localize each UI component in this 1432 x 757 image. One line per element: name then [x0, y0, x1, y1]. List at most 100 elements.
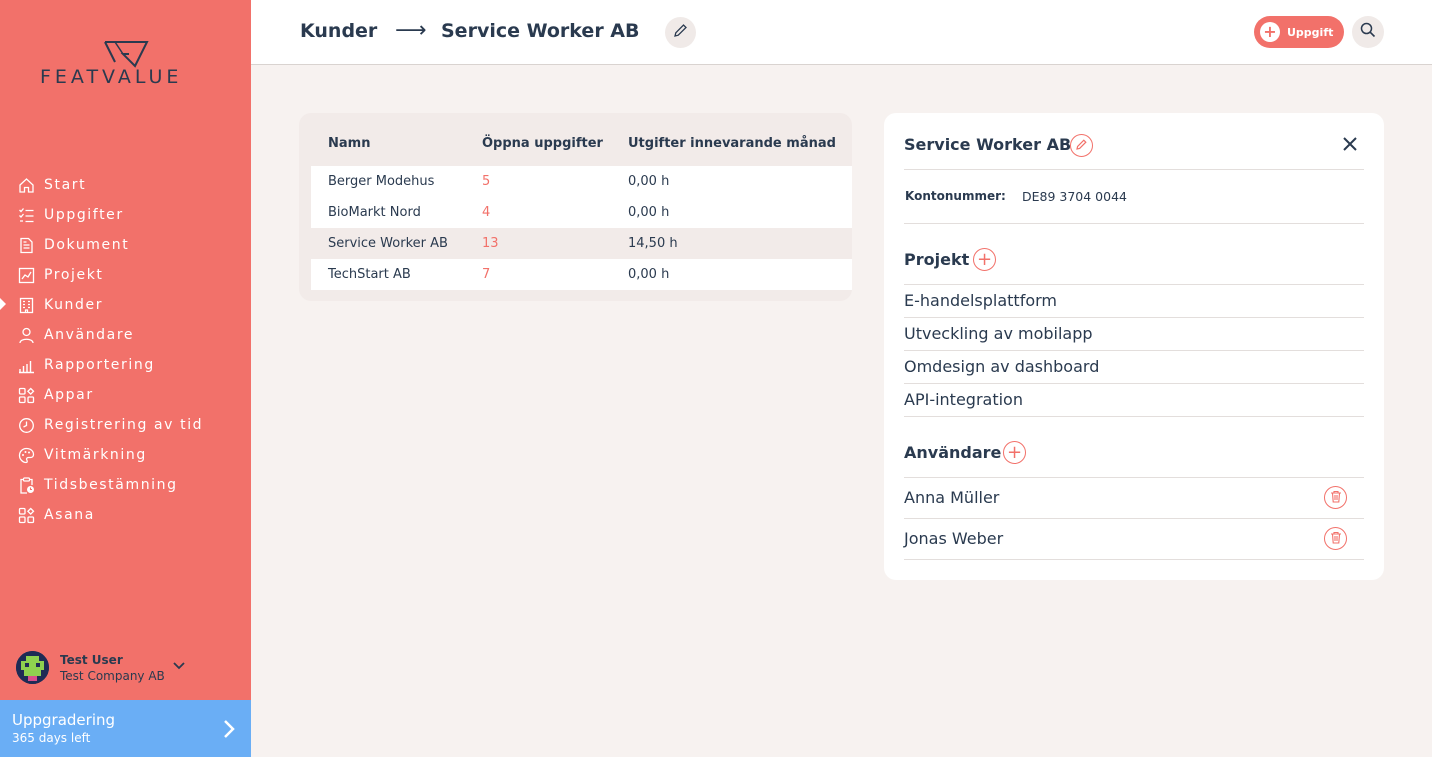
user-menu[interactable]: Test User Test Company AB	[16, 651, 185, 684]
cell-expenses: 14,50 h	[628, 236, 678, 251]
breadcrumb-root[interactable]: Kunder	[300, 20, 377, 42]
chart-icon	[17, 266, 35, 284]
sidebar-item-rapportering[interactable]: Rapportering	[0, 350, 251, 380]
cell-expenses: 0,00 h	[628, 205, 670, 220]
sidebar-item-label: Kunder	[44, 297, 104, 313]
add-task-label: Uppgift	[1287, 25, 1334, 39]
cell-name: TechStart AB	[328, 267, 411, 282]
project-item[interactable]: Utveckling av mobilapp	[904, 324, 1364, 343]
add-project-button[interactable]: +	[973, 248, 996, 271]
divider	[904, 416, 1364, 417]
add-user-button[interactable]: +	[1003, 441, 1026, 464]
logo-mark-icon	[104, 41, 149, 68]
pencil-icon	[1075, 136, 1088, 155]
project-item[interactable]: API-integration	[904, 390, 1364, 409]
customers-table: Namn Öppna uppgifter Utgifter innevarand…	[299, 113, 852, 301]
sidebar-item-registrering-av-tid[interactable]: Registrering av tid	[0, 410, 251, 440]
column-header-expenses: Utgifter innevarande månad	[628, 136, 836, 151]
close-icon[interactable]	[1342, 136, 1358, 156]
sidebar-item-vitmarkning[interactable]: Vitmärkning	[0, 440, 251, 470]
sidebar-item-start[interactable]: Start	[0, 170, 251, 200]
project-item[interactable]: Omdesign av dashboard	[904, 357, 1364, 376]
featvalue-logo[interactable]: FEATVALUE	[40, 40, 212, 90]
sidebar-item-label: Registrering av tid	[44, 417, 204, 433]
edit-customer-button[interactable]	[665, 17, 696, 48]
apps-icon	[17, 386, 35, 404]
building-icon	[17, 296, 35, 314]
user-icon	[17, 326, 35, 344]
project-item[interactable]: E-handelsplattform	[904, 291, 1364, 310]
add-task-button[interactable]: + Uppgift	[1254, 16, 1344, 48]
cell-open-tasks: 13	[482, 236, 499, 251]
divider	[904, 477, 1364, 478]
sidebar-item-dokument[interactable]: Dokument	[0, 230, 251, 260]
plus-icon: +	[976, 248, 993, 270]
divider	[904, 383, 1364, 384]
pencil-icon	[673, 23, 688, 42]
detail-title: Service Worker AB	[904, 135, 1072, 154]
projects-title: Projekt	[904, 250, 970, 269]
table-row[interactable]: Service Worker AB 13 14,50 h	[311, 228, 852, 259]
logo-text: FEATVALUE	[40, 66, 183, 88]
sidebar-item-kunder[interactable]: Kunder	[0, 290, 251, 320]
breadcrumb-current: Service Worker AB	[441, 20, 640, 42]
delete-user-button[interactable]	[1324, 486, 1347, 509]
table-row[interactable]: TechStart AB 7 0,00 h	[311, 259, 852, 290]
table-row[interactable]: BioMarkt Nord 4 0,00 h	[311, 197, 852, 228]
sidebar-item-label: Rapportering	[44, 357, 155, 373]
sidebar-item-projekt[interactable]: Projekt	[0, 260, 251, 290]
sidebar-item-asana[interactable]: Asana	[0, 500, 251, 530]
sidebar-item-label: Start	[44, 177, 87, 193]
search-icon	[1360, 22, 1376, 42]
upgrade-title: Uppgradering	[12, 711, 116, 729]
checklist-icon	[17, 206, 35, 224]
sidebar-item-uppgifter[interactable]: Uppgifter	[0, 200, 251, 230]
user-item: Jonas Weber	[904, 529, 1004, 548]
delete-user-button[interactable]	[1324, 527, 1347, 550]
sidebar-item-label: Dokument	[44, 237, 130, 253]
sidebar-item-appar[interactable]: Appar	[0, 380, 251, 410]
chevron-down-icon[interactable]	[173, 655, 185, 674]
breadcrumb-arrow-icon: ⟶	[395, 18, 427, 43]
account-number-label: Kontonummer:	[905, 189, 1006, 203]
sidebar-item-label: Tidsbestämning	[44, 477, 178, 493]
table-row[interactable]: Berger Modehus 5 0,00 h	[311, 166, 852, 197]
palette-icon	[17, 446, 35, 464]
trash-icon	[1330, 529, 1342, 548]
clipboard-clock-icon	[17, 476, 35, 494]
sidebar-item-label: Användare	[44, 327, 135, 343]
sidebar-item-label: Uppgifter	[44, 207, 124, 223]
user-item: Anna Müller	[904, 488, 1000, 507]
upgrade-banner[interactable]: Uppgradering 365 days left	[0, 700, 251, 757]
divider	[904, 350, 1364, 351]
avatar	[16, 651, 49, 684]
sidebar: FEATVALUE Start Uppgifter Dokument Proje…	[0, 0, 251, 757]
edit-title-button[interactable]	[1070, 134, 1093, 157]
column-header-name: Namn	[328, 136, 371, 151]
bar-chart-icon	[17, 356, 35, 374]
search-button[interactable]	[1352, 16, 1384, 48]
cell-open-tasks: 4	[482, 205, 491, 220]
column-header-open-tasks: Öppna uppgifter	[482, 136, 603, 151]
document-icon	[17, 236, 35, 254]
top-header: Kunder ⟶ Service Worker AB + Uppgift	[251, 0, 1432, 65]
sidebar-item-tidsbestamning[interactable]: Tidsbestämning	[0, 470, 251, 500]
divider	[904, 559, 1364, 560]
cell-open-tasks: 5	[482, 174, 491, 189]
sidebar-item-label: Projekt	[44, 267, 104, 283]
cell-expenses: 0,00 h	[628, 174, 670, 189]
plus-icon: +	[1006, 441, 1023, 463]
user-name: Test User	[60, 652, 123, 667]
user-company: Test Company AB	[60, 668, 165, 683]
upgrade-days-left: 365 days left	[12, 731, 91, 745]
customer-detail-panel: Service Worker AB Kontonummer: DE89 3704…	[884, 113, 1384, 580]
sidebar-item-label: Asana	[44, 507, 95, 523]
divider	[904, 169, 1364, 170]
sidebar-item-label: Vitmärkning	[44, 447, 147, 463]
sidebar-nav: Start Uppgifter Dokument Projekt Kunder …	[0, 170, 251, 530]
timer-icon	[17, 416, 35, 434]
sidebar-item-anvandare[interactable]: Användare	[0, 320, 251, 350]
plus-icon: +	[1260, 22, 1280, 42]
home-icon	[17, 176, 35, 194]
cell-name: Service Worker AB	[328, 236, 448, 251]
